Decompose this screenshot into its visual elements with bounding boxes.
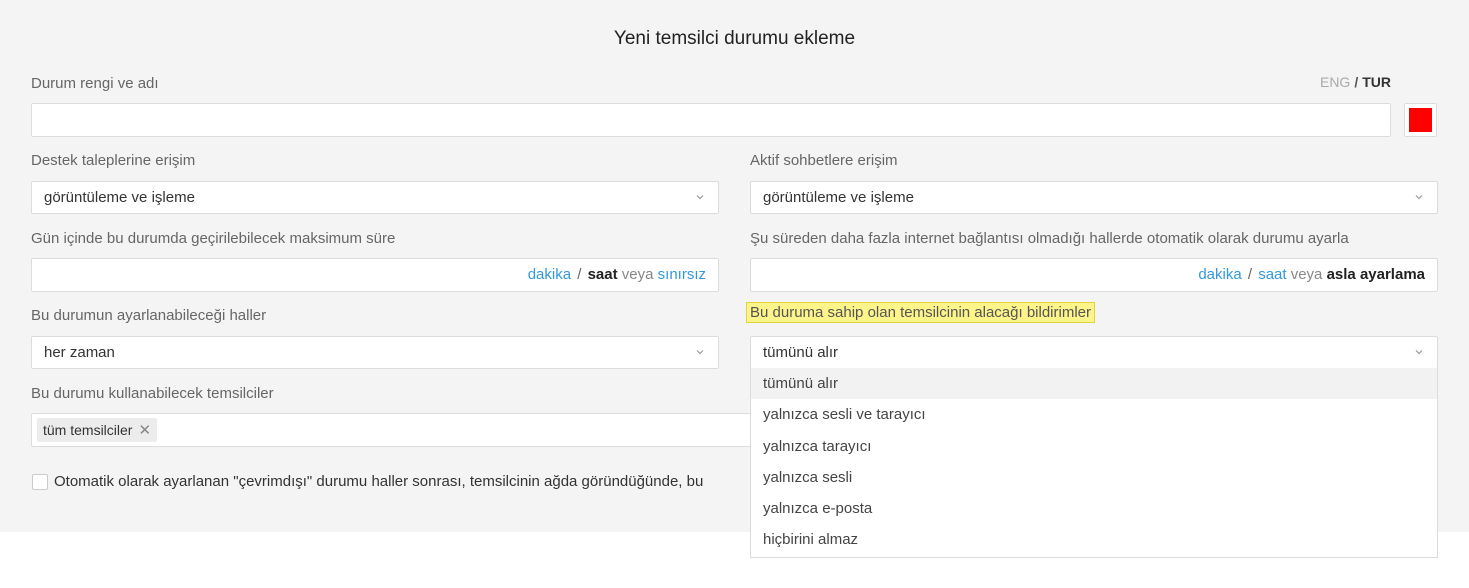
- status-name-input[interactable]: [31, 103, 1391, 137]
- color-swatch: [1409, 108, 1432, 132]
- unit-separator: /: [577, 266, 582, 283]
- lang-separator: /: [1354, 74, 1359, 90]
- agent-tag: tüm temsilciler ✕: [37, 418, 158, 442]
- unit-or-text: veya: [621, 266, 654, 283]
- chevron-down-icon: [1415, 195, 1423, 200]
- notifications-dropdown-list: tümünü alır yalnızca sesli ve tarayıcı y…: [750, 368, 1438, 558]
- dropdown-option[interactable]: hiçbirini almaz: [751, 524, 1437, 555]
- unit-unlimited-link[interactable]: sınırsız: [658, 266, 706, 283]
- chevron-down-icon: [1415, 350, 1423, 355]
- chevron-down-icon: [696, 195, 704, 200]
- agents-label: Bu durumu kullanabilecek temsilciler: [31, 385, 274, 402]
- notifications-label-highlight: Bu duruma sahip olan temsilcinin alacağı…: [746, 302, 1095, 323]
- unit-hour-link[interactable]: saat: [588, 266, 618, 283]
- when-select[interactable]: her zaman: [31, 336, 719, 369]
- unit-minute-link[interactable]: dakika: [528, 266, 571, 283]
- auto-offline-label: Otomatik olarak ayarlanan "çevrimdışı" d…: [54, 473, 704, 490]
- dropdown-option[interactable]: yalnızca tarayıcı: [751, 431, 1437, 462]
- color-picker-button[interactable]: [1404, 103, 1437, 137]
- notifications-label: Bu duruma sahip olan temsilcinin alacağı…: [746, 302, 1095, 323]
- offline-timeout-input[interactable]: dakika / saat veya asla ayarlama: [750, 258, 1438, 292]
- max-time-label: Gün içinde bu durumda geçirilebilecek ma…: [31, 230, 396, 247]
- unit-hour-link[interactable]: saat: [1258, 266, 1286, 283]
- agent-tag-label: tüm temsilciler: [43, 422, 133, 438]
- max-time-units: dakika / saat veya sınırsız: [528, 266, 706, 283]
- unit-never-link[interactable]: asla ayarlama: [1327, 266, 1425, 283]
- unit-minute-link[interactable]: dakika: [1198, 266, 1241, 283]
- support-access-label: Destek taleplerine erişim: [31, 152, 196, 169]
- support-access-select[interactable]: görüntüleme ve işleme: [31, 181, 719, 214]
- dropdown-option[interactable]: tümünü alır: [751, 368, 1437, 400]
- unit-separator: /: [1247, 266, 1253, 283]
- dropdown-option[interactable]: yalnızca sesli: [751, 462, 1437, 493]
- unit-or-text: veya: [1290, 266, 1323, 283]
- notifications-select[interactable]: tümünü alır: [750, 336, 1438, 369]
- support-access-value: görüntüleme ve işleme: [44, 189, 195, 206]
- chat-access-select[interactable]: görüntüleme ve işleme: [750, 181, 1438, 214]
- close-icon[interactable]: ✕: [138, 422, 151, 439]
- auto-offline-checkbox[interactable]: [32, 474, 48, 490]
- when-label: Bu durumun ayarlanabileceği haller: [31, 307, 267, 324]
- page-title: Yeni temsilci durumu ekleme: [613, 28, 856, 49]
- dropdown-option[interactable]: yalnızca sesli ve tarayıcı: [751, 399, 1437, 430]
- offline-timeout-label: Şu süreden daha fazla internet bağlantıs…: [750, 230, 1349, 247]
- lang-eng-link[interactable]: ENG: [1320, 74, 1350, 90]
- chat-access-label: Aktif sohbetlere erişim: [750, 152, 898, 169]
- max-time-input[interactable]: dakika / saat veya sınırsız: [31, 258, 719, 292]
- dropdown-option[interactable]: yalnızca e-posta: [751, 493, 1437, 524]
- agents-multiselect[interactable]: tüm temsilciler ✕: [31, 413, 761, 447]
- when-value: her zaman: [44, 344, 115, 361]
- status-name-label: Durum rengi ve adı: [31, 75, 159, 92]
- chevron-down-icon: [696, 350, 704, 355]
- notifications-value: tümünü alır: [763, 344, 839, 361]
- language-switch: ENG / TUR: [1320, 74, 1391, 90]
- chat-access-value: görüntüleme ve işleme: [763, 189, 914, 206]
- offline-timeout-units: dakika / saat veya asla ayarlama: [1198, 266, 1425, 283]
- lang-tur-link[interactable]: TUR: [1362, 74, 1391, 90]
